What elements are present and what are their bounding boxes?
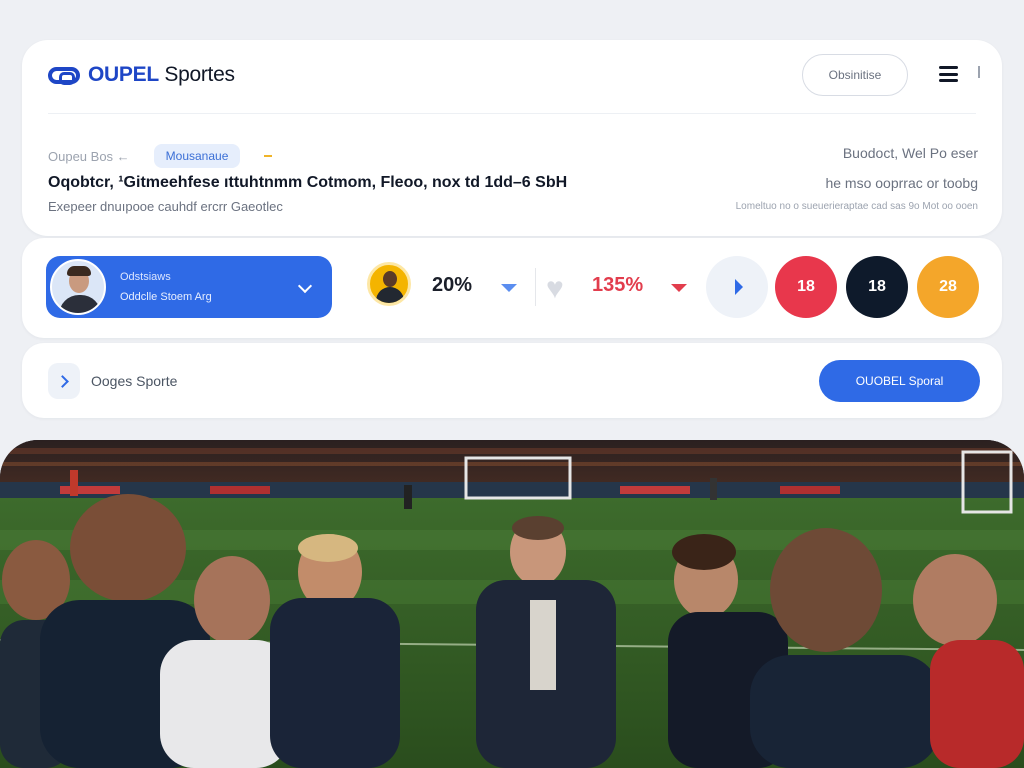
trend-down-red-icon (671, 284, 687, 292)
meta-line-2: he mso ooprrac or toobg (825, 175, 978, 191)
stat-percent-two: 135% (592, 274, 644, 296)
action-bar: Ooges Sporte OUOBEL Sporal (22, 343, 1002, 418)
score-badge-navy[interactable]: 18 (846, 256, 908, 318)
stadium-team-image (0, 440, 1024, 768)
play-icon (735, 279, 743, 295)
divider-tick (978, 66, 980, 78)
trend-down-icon (501, 284, 517, 292)
logo[interactable]: OUPEL Sportes (48, 63, 235, 87)
profile-selector[interactable]: Odstsiaws Oddclle Stoem Arg (46, 256, 332, 318)
logo-icon (48, 66, 80, 85)
header-card: OUPEL Sportes Obsinitise Oupeu Bos ← Mou… (22, 40, 1002, 236)
category-tag[interactable]: Mousanaue (153, 144, 241, 168)
player-avatar[interactable] (367, 262, 411, 306)
stat-divider (535, 268, 536, 306)
logo-text: OUPEL Sportes (88, 63, 235, 87)
score-badge-red[interactable]: 18 (775, 256, 837, 318)
action-bar-label: Ooges Sporte (91, 373, 178, 389)
tag-dot-icon (264, 155, 273, 157)
header-divider (48, 113, 976, 114)
avatar (50, 259, 106, 315)
heart-icon[interactable]: ♥ (546, 274, 564, 304)
page-subtitle: Exepeer dnuıpooe cauhdf ercrr Gaeotlec (48, 199, 283, 214)
stats-card: Odstsiaws Oddclle Stoem Arg 20% ♥ 135% 1… (22, 238, 1002, 338)
chevron-down-icon[interactable] (297, 278, 313, 294)
meta-line-3: Lomeltuo no o sueuerieraptae cad sas 9o … (735, 201, 978, 212)
page-title: Oqobtcr, ¹Gitmeehfese ıttuhtnmm Cotmom, … (48, 174, 568, 191)
meta-line-1: Buodoct, Wel Po eser (842, 145, 978, 161)
play-button[interactable] (706, 256, 768, 318)
profile-subtitle: Oddclle Stoem Arg (120, 291, 212, 303)
hero-photo (0, 440, 1024, 768)
breadcrumb-row: Oupeu Bos ← Mousanaue (48, 144, 273, 168)
menu-icon[interactable] (939, 66, 958, 82)
profile-name: Odstsiaws (120, 271, 171, 283)
nav-pill-button[interactable]: Obsinitise (802, 54, 908, 96)
stat-percent-one: 20% (432, 274, 473, 296)
primary-cta-button[interactable]: OUOBEL Sporal (819, 360, 980, 402)
logo-rest: Sportes (158, 63, 235, 86)
logo-brand: OUPEL (88, 63, 159, 86)
chevron-right-icon[interactable] (48, 363, 80, 399)
profile-text: Odstsiaws Oddclle Stoem Arg (120, 271, 212, 303)
breadcrumb[interactable]: Oupeu Bos ← (48, 149, 130, 164)
score-badge-orange[interactable]: 28 (917, 256, 979, 318)
